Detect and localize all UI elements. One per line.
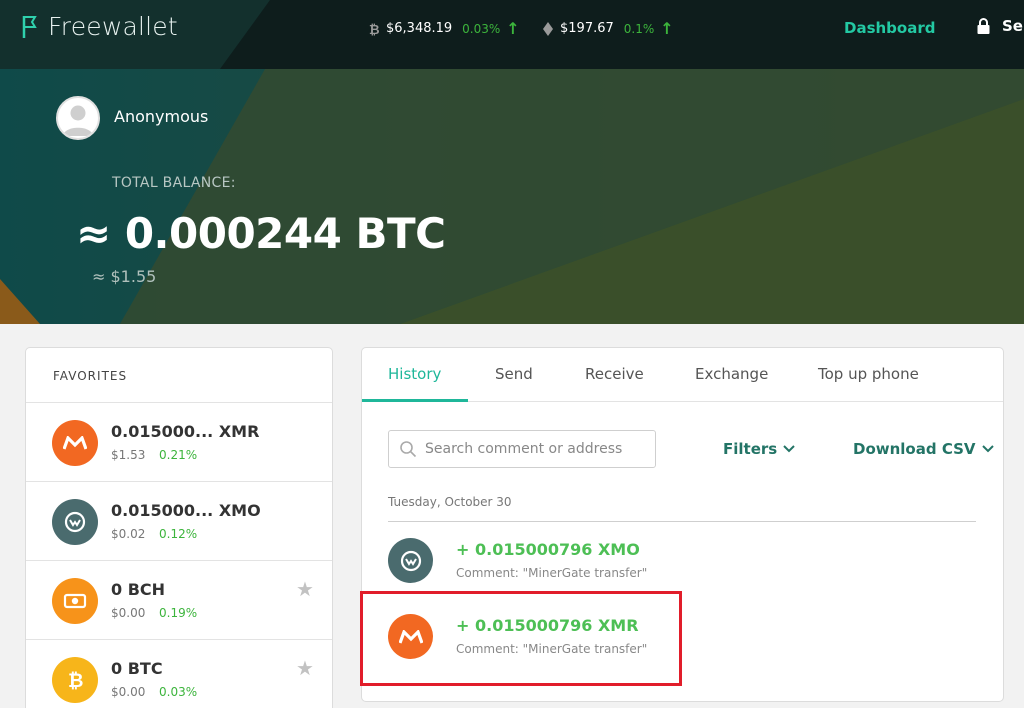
tab-exchange[interactable]: Exchange — [695, 365, 768, 383]
btc-ticker: ₿ $6,348.19 0.03% ↑ — [367, 19, 520, 38]
chevron-down-icon — [981, 445, 994, 453]
transaction-comment: Comment: "MinerGate transfer" — [456, 566, 648, 580]
favorite-change: 0.12% — [159, 527, 198, 541]
favorite-item-xmo[interactable]: 0.015000... XMO $0.02 0.12% — [26, 481, 332, 561]
svg-text:₿: ₿ — [369, 23, 380, 36]
eth-change: 0.1% — [623, 21, 655, 36]
filters-dropdown[interactable]: Filters — [723, 440, 795, 458]
bitcoin-icon: ₿ — [52, 657, 98, 703]
ethereum-icon — [541, 21, 555, 36]
monero-original-icon — [388, 538, 433, 583]
favorite-usd: $0.00 — [111, 606, 146, 620]
date-divider — [388, 521, 976, 522]
favorite-usd: $0.00 — [111, 685, 146, 699]
favorite-amount: 0.015000... XMO — [111, 501, 261, 520]
user-silhouette-icon — [63, 105, 93, 136]
monero-original-icon — [52, 499, 98, 545]
bitcoin-icon: ₿ — [367, 22, 381, 36]
download-csv-label: Download CSV — [853, 440, 976, 458]
app-logo[interactable]: Freewallet — [22, 12, 178, 41]
favorites-panel: FAVORITES 0.015000... XMR $1.53 0.21% 0.… — [25, 347, 333, 708]
total-balance-label: TOTAL BALANCE: — [112, 175, 236, 191]
download-csv-dropdown[interactable]: Download CSV — [853, 440, 994, 458]
favorite-amount: 0 BTC — [111, 659, 163, 678]
tab-bar: History Send Receive Exchange Top up pho… — [362, 348, 1003, 402]
eth-ticker: $197.67 0.1% ↑ — [541, 19, 674, 38]
favorite-amount: 0 BCH — [111, 580, 166, 599]
bitcoin-cash-icon — [52, 578, 98, 624]
star-icon[interactable]: ★ — [296, 656, 314, 680]
nav-dashboard-link[interactable]: Dashboard — [844, 19, 935, 37]
active-tab-indicator — [362, 399, 468, 402]
search-icon — [400, 441, 417, 458]
btc-arrow-up-icon: ↑ — [506, 19, 520, 38]
favorites-title: FAVORITES — [53, 369, 128, 383]
btc-price: $6,348.19 — [386, 21, 453, 36]
flag-icon — [22, 15, 37, 38]
nav-security-link[interactable]: Se — [977, 17, 1023, 35]
btc-change: 0.03% — [462, 21, 501, 36]
lock-icon — [977, 18, 990, 34]
search-box[interactable] — [388, 430, 656, 468]
favorite-change: 0.03% — [159, 685, 198, 699]
top-bar: Freewallet ₿ $6,348.19 0.03% ↑ $197.67 0… — [0, 0, 1024, 69]
favorite-change: 0.21% — [159, 448, 198, 462]
favorite-usd: $1.53 — [111, 448, 146, 462]
chevron-down-icon — [783, 445, 795, 453]
total-balance-btc: ≈ 0.000244 BTC — [76, 209, 446, 258]
search-input[interactable] — [425, 441, 645, 457]
tab-send[interactable]: Send — [495, 365, 533, 383]
eth-price: $197.67 — [560, 21, 614, 36]
eth-arrow-up-icon: ↑ — [660, 19, 674, 38]
nav-security-label: Se — [1002, 17, 1023, 35]
star-icon[interactable]: ★ — [296, 577, 314, 601]
favorite-item-bch[interactable]: 0 BCH $0.00 0.19% ★ — [26, 560, 332, 640]
favorite-item-btc[interactable]: ₿ 0 BTC $0.00 0.03% ★ — [26, 639, 332, 708]
total-balance-usd: ≈ $1.55 — [92, 267, 157, 286]
favorite-item-xmr[interactable]: 0.015000... XMR $1.53 0.21% — [26, 402, 332, 482]
transaction-amount: + 0.015000796 XMO — [456, 540, 640, 559]
favorite-change: 0.19% — [159, 606, 198, 620]
history-date-header: Tuesday, October 30 — [388, 495, 512, 509]
tab-top-up-phone[interactable]: Top up phone — [818, 365, 919, 383]
tab-history[interactable]: History — [388, 365, 441, 383]
favorite-amount: 0.015000... XMR — [111, 422, 260, 441]
svg-text:₿: ₿ — [68, 670, 83, 691]
app-name: Freewallet — [48, 12, 178, 41]
avatar[interactable] — [56, 96, 100, 140]
filters-label: Filters — [723, 440, 778, 458]
highlight-annotation-box — [360, 591, 682, 686]
balance-hero: Anonymous TOTAL BALANCE: ≈ 0.000244 BTC … — [0, 69, 1024, 324]
tab-receive[interactable]: Receive — [585, 365, 644, 383]
monero-icon — [52, 420, 98, 466]
favorite-usd: $0.02 — [111, 527, 146, 541]
user-name: Anonymous — [114, 107, 209, 126]
